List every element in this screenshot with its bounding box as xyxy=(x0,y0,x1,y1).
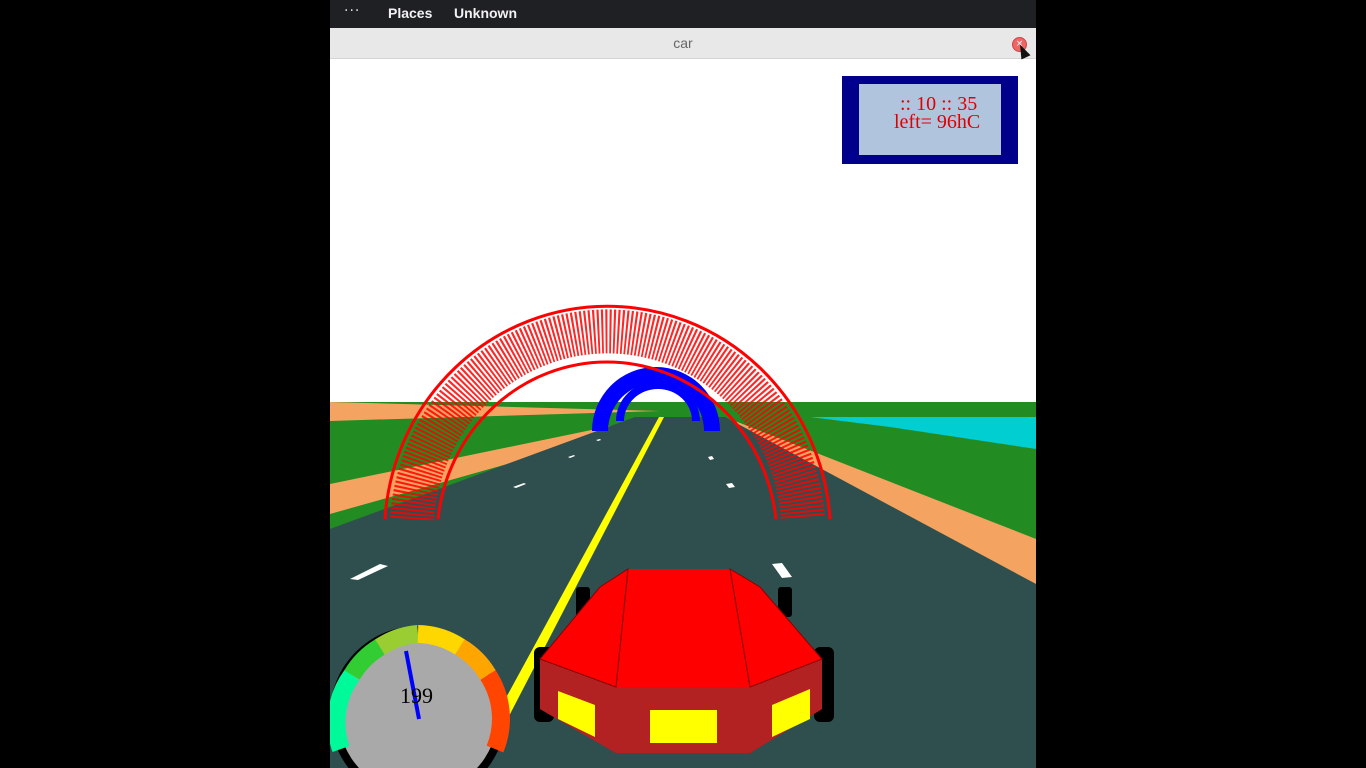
window-title: car xyxy=(673,35,693,51)
player-car xyxy=(534,568,834,753)
game-scene xyxy=(330,304,1036,768)
activities-button[interactable]: ··· xyxy=(344,3,360,19)
game-canvas[interactable]: :: 10 :: 35 left= 96hC 199 xyxy=(330,59,1036,768)
speed-readout: 199 xyxy=(400,683,433,708)
places-menu[interactable]: Places xyxy=(388,5,432,21)
hud-panel: :: 10 :: 35 left= 96hC xyxy=(842,76,1018,164)
app-menu[interactable]: Unknown xyxy=(454,5,517,21)
center-light xyxy=(650,710,717,743)
window-titlebar: car × xyxy=(330,28,1036,59)
hud-left: left= 96hC xyxy=(894,111,981,133)
top-panel: ··· Places Unknown xyxy=(330,0,1036,28)
hud-display: :: 10 :: 35 left= 96hC xyxy=(859,84,1001,155)
